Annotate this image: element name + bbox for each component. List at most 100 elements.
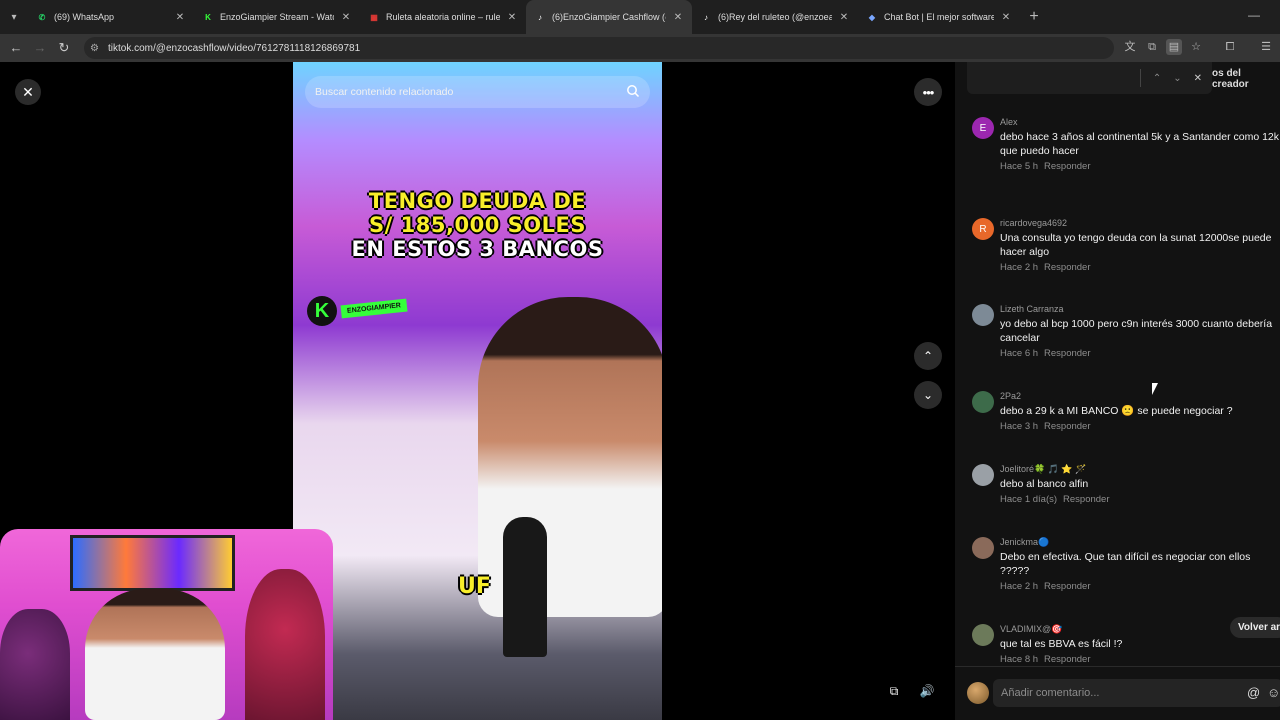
- close-video-button[interactable]: ✕: [15, 79, 41, 105]
- tab-title: (6)Rey del ruleteo (@enzoeasy: [718, 12, 832, 22]
- find-previous-icon[interactable]: ⌃: [1153, 73, 1161, 84]
- tab-title: EnzoGiampier Stream - Watch L: [220, 12, 334, 22]
- headline-line-3: EN ESTOS 3 BANCOS: [351, 237, 604, 261]
- video-player[interactable]: Buscar contenido relacionado TENGO DEUDA…: [293, 62, 662, 720]
- translate-icon[interactable]: 文: [1122, 39, 1138, 55]
- creator-videos-tab[interactable]: os del creador: [1212, 68, 1280, 90]
- related-search-placeholder: Buscar contenido relacionado: [315, 86, 454, 98]
- tab-favicon-icon: K: [205, 12, 211, 22]
- browser-tab[interactable]: ▦ Ruleta aleatoria online – ruleta ✕: [360, 0, 526, 34]
- comment-body: Jenickma🔵 Debo en efectiva. Que tan difíc…: [1000, 536, 1280, 593]
- more-options-button[interactable]: •••: [914, 78, 942, 106]
- headline-line-1: TENGO DEUDA DE: [368, 189, 587, 213]
- back-button[interactable]: Volver ar: [1230, 617, 1280, 638]
- tab-favicon-icon: ▦: [370, 12, 378, 22]
- comment-avatar[interactable]: [972, 537, 994, 559]
- browser-tab[interactable]: ♪ (6)Rey del ruleteo (@enzoeasy ✕: [692, 0, 858, 34]
- comment-time: Hace 6 h: [1000, 348, 1039, 359]
- tab-title: Chat Bot | El mejor software pa: [884, 12, 994, 22]
- tiktok-video-page: ✕ Buscar contenido relacionado TENGO DEU…: [0, 62, 1280, 720]
- comment-meta: Hace 1 día(s) Responder: [1000, 494, 1280, 506]
- comment-time: Hace 2 h: [1000, 581, 1039, 592]
- headline-line-2: S/ 185,000 SOLES: [369, 213, 586, 237]
- find-next-icon[interactable]: ⌄: [1173, 73, 1181, 84]
- video-caption: UF: [458, 574, 491, 599]
- comment-avatar[interactable]: [972, 304, 994, 326]
- comment-avatar[interactable]: E: [972, 117, 994, 139]
- url-text: tiktok.com/@enzocashflow/video/761278111…: [108, 42, 361, 54]
- tab-close-icon[interactable]: ✕: [340, 12, 352, 23]
- extensions-icon[interactable]: ⧠: [1222, 39, 1238, 55]
- comment-text: debo al banco alfin: [1000, 478, 1089, 490]
- reply-link[interactable]: Responder: [1044, 161, 1090, 172]
- minimize-window-icon[interactable]: —: [1248, 8, 1260, 22]
- picture-in-picture-icon[interactable]: ⧉: [884, 681, 904, 701]
- browser-tab[interactable]: ◆ Chat Bot | El mejor software pa ✕: [858, 0, 1020, 34]
- tab-close-icon[interactable]: ✕: [838, 12, 850, 23]
- comment-meta: Hace 6 h Responder: [1000, 348, 1280, 360]
- emoji-icon[interactable]: ☺: [1267, 685, 1280, 700]
- tab-favicon-icon: ✆: [38, 12, 46, 22]
- related-search-input[interactable]: Buscar contenido relacionado: [305, 76, 650, 108]
- reply-link[interactable]: Responder: [1044, 654, 1090, 665]
- reply-link[interactable]: Responder: [1044, 421, 1090, 432]
- comment-composer: Añadir comentario... @ ☺: [955, 666, 1280, 720]
- new-tab-button[interactable]: +: [1020, 8, 1048, 26]
- reply-link[interactable]: Responder: [1044, 262, 1090, 273]
- tab-close-icon[interactable]: ✕: [506, 12, 518, 23]
- browser-tab[interactable]: ✆ (69) WhatsApp ✕: [28, 0, 194, 34]
- mention-icon[interactable]: @: [1247, 685, 1260, 700]
- tab-favicon-icon: ◆: [868, 12, 876, 22]
- address-bar[interactable]: ⚙ tiktok.com/@enzocashflow/video/7612781…: [84, 37, 1114, 59]
- browser-tab[interactable]: K EnzoGiampier Stream - Watch L ✕: [194, 0, 360, 34]
- site-info-icon[interactable]: ⚙: [90, 43, 108, 54]
- comment-avatar[interactable]: R: [972, 218, 994, 240]
- previous-video-button[interactable]: ⌃: [914, 342, 942, 370]
- bookmark-star-icon[interactable]: ☆: [1188, 39, 1204, 55]
- volume-icon[interactable]: 🔊: [917, 681, 937, 701]
- reload-icon[interactable]: ↻: [52, 40, 76, 56]
- comment-avatar[interactable]: [972, 624, 994, 646]
- install-app-icon[interactable]: ⧉: [1144, 39, 1160, 55]
- find-bar: ⌃ ⌄ ✕: [967, 62, 1212, 94]
- webcam-background-screen: [70, 535, 235, 591]
- back-arrow-icon[interactable]: ←: [4, 40, 28, 55]
- reply-link[interactable]: Responder: [1044, 348, 1090, 359]
- comment-author[interactable]: Alex: [1000, 116, 1280, 128]
- tab-close-icon[interactable]: ✕: [1000, 12, 1012, 23]
- comment-author[interactable]: ricardovega4692: [1000, 217, 1280, 229]
- comment-avatar[interactable]: [972, 391, 994, 413]
- browser-tab[interactable]: ♪ (6)EnzoGiampier Cashflow (@e ✕: [526, 0, 692, 34]
- forward-arrow-icon[interactable]: →: [28, 40, 52, 55]
- tab-close-icon[interactable]: ✕: [174, 12, 186, 23]
- comment-text: Una consulta yo tengo deuda con la sunat…: [1000, 232, 1272, 258]
- comment-text: debo hace 3 años al continental 5k y a S…: [1000, 131, 1280, 143]
- comment-meta: Hace 3 h Responder: [1000, 421, 1280, 433]
- find-close-icon[interactable]: ✕: [1194, 73, 1202, 84]
- tab-search-menu-icon[interactable]: ▾: [0, 0, 28, 34]
- kick-logo-icon: K: [307, 296, 337, 326]
- comment-time: Hace 8 h: [1000, 654, 1039, 665]
- tab-favicon-icon: ♪: [538, 12, 542, 22]
- comment-time: Hace 1 día(s): [1000, 494, 1058, 505]
- comment-author[interactable]: Lizeth Carranza: [1000, 303, 1280, 315]
- mouse-cursor-icon: [1152, 383, 1158, 395]
- reading-mode-icon[interactable]: ▤: [1166, 39, 1182, 55]
- comment-body: Joelitoré🍀 🎵 ⭐ 🪄 debo al banco alfin Hace …: [1000, 463, 1280, 506]
- search-icon[interactable]: [626, 84, 640, 98]
- side-panel-icon[interactable]: ☰: [1258, 39, 1274, 55]
- next-video-button[interactable]: ⌄: [914, 381, 942, 409]
- reply-link[interactable]: Responder: [1063, 494, 1109, 505]
- comment-avatar[interactable]: [972, 464, 994, 486]
- comment-author[interactable]: 2Pa2: [1000, 390, 1280, 402]
- comment-author[interactable]: Joelitoré🍀 🎵 ⭐ 🪄: [1000, 463, 1280, 475]
- webcam-overlay: [0, 529, 333, 720]
- user-avatar: [967, 682, 989, 704]
- comment-meta: Hace 5 h Responder: [1000, 161, 1280, 173]
- comment-input[interactable]: Añadir comentario...: [993, 679, 1280, 707]
- tab-title: (6)EnzoGiampier Cashflow (@e: [552, 12, 666, 22]
- comment-author[interactable]: Jenickma🔵: [1000, 536, 1280, 548]
- video-headline: TENGO DEUDA DE S/ 185,000 SOLES EN ESTOS…: [293, 189, 662, 261]
- reply-link[interactable]: Responder: [1044, 581, 1090, 592]
- tab-close-icon[interactable]: ✕: [672, 12, 684, 23]
